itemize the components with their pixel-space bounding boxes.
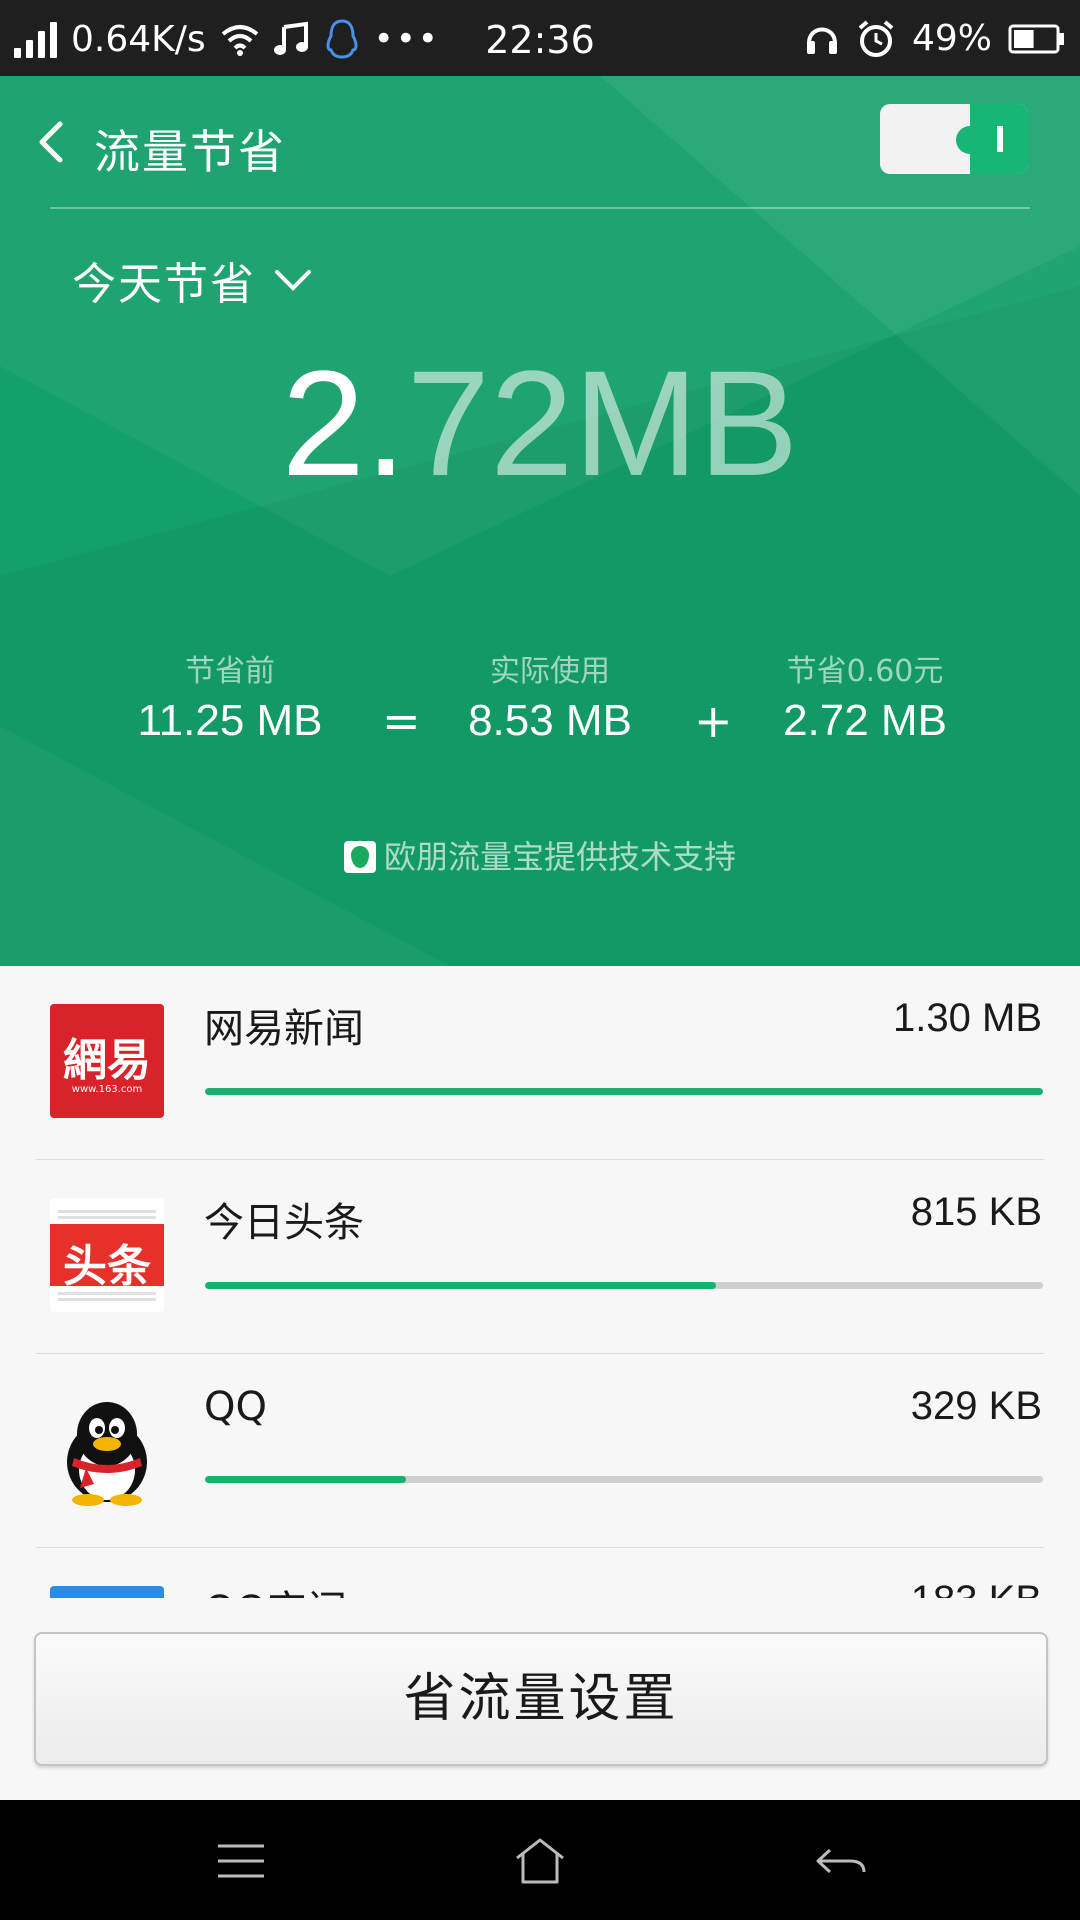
button-area: 省流量设置: [0, 1598, 1080, 1800]
equals-sign: =: [382, 694, 421, 748]
saved-total-integer: 2.: [281, 339, 407, 507]
list-item[interactable]: QQ 329 KB: [0, 1354, 1080, 1548]
powered-by: 欧朋流量宝提供技术支持: [0, 832, 1080, 878]
toutiao-icon: 头条: [50, 1198, 164, 1312]
navigation-bar: [0, 1800, 1080, 1920]
home-icon[interactable]: [513, 1836, 567, 1886]
savings-toggle[interactable]: [880, 104, 1028, 174]
powered-by-text: 欧朋流量宝提供技术支持: [383, 838, 736, 876]
app-name: 今日头条: [204, 1200, 364, 1246]
progress-fill: [205, 1088, 1043, 1095]
progress-track: [205, 1088, 1043, 1095]
progress-fill: [205, 1476, 407, 1483]
app-saved-size: 815 KB: [910, 1190, 1042, 1234]
progress-fill: [205, 1282, 717, 1289]
period-selector[interactable]: 今天节省: [72, 248, 312, 312]
app-saved-size: 1.30 MB: [893, 996, 1042, 1040]
saved-total: 2.72MB: [0, 338, 1080, 508]
chevron-down-icon: [275, 270, 311, 291]
data-saving-settings-button[interactable]: 省流量设置: [34, 1632, 1048, 1766]
savings-breakdown: 节省前 11.25 MB = 实际使用 8.53 MB + 节省0.60元 2.…: [0, 646, 1080, 766]
list-item[interactable]: QQ空间 183 KB: [0, 1548, 1080, 1598]
saved-label: 节省0.60元: [786, 654, 944, 689]
battery-icon: [1008, 24, 1064, 53]
qzone-icon: [50, 1586, 164, 1598]
opera-data-icon: [343, 841, 376, 873]
header-divider: [50, 207, 1030, 209]
back-icon[interactable]: [814, 1836, 868, 1886]
battery-percent: 49%: [911, 18, 992, 59]
saved-value: 2.72 MB: [783, 696, 947, 745]
list-item[interactable]: 头条 今日头条 815 KB: [0, 1160, 1080, 1354]
app-name: QQ: [204, 1384, 267, 1430]
before-value: 11.25 MB: [137, 696, 323, 745]
app-saved-size: 329 KB: [910, 1384, 1042, 1428]
before-stat: 节省前 11.25 MB: [100, 646, 360, 746]
progress-track: [205, 1282, 1043, 1289]
menu-icon[interactable]: [214, 1836, 268, 1886]
netease-news-icon: 網易 www.163.com: [50, 1004, 164, 1118]
app-savings-list[interactable]: 網易 www.163.com 网易新闻 1.30 MB 头条 今日头条 815 …: [0, 966, 1080, 1598]
progress-track: [205, 1476, 1043, 1483]
actual-label: 实际使用: [490, 654, 610, 689]
savings-header: 流量节省 今天节省 2.72MB 节省前 11.25 MB = 实际使用 8.5…: [0, 76, 1080, 966]
alarm-icon: [858, 19, 894, 57]
actual-stat: 实际使用 8.53 MB: [420, 646, 680, 746]
saved-total-decimal: 72MB: [406, 339, 799, 507]
app-name: 网易新闻: [204, 1006, 364, 1052]
headset-icon: [806, 27, 837, 54]
saved-stat: 节省0.60元 2.72 MB: [740, 646, 990, 746]
list-item[interactable]: 網易 www.163.com 网易新闻 1.30 MB: [0, 966, 1080, 1160]
app-saved-size: 183 KB: [911, 1578, 1042, 1598]
app-bar: 流量节省: [0, 76, 1080, 208]
period-label: 今天节省: [72, 259, 256, 310]
qq-penguin-icon: [67, 1402, 147, 1506]
page-title: 流量节省: [94, 125, 286, 179]
actual-value: 8.53 MB: [468, 696, 632, 745]
back-arrow-icon[interactable]: [30, 114, 74, 170]
status-bar: 0.64K/s ••• 22:36 49%: [0, 0, 1080, 76]
plus-sign: +: [694, 694, 733, 748]
app-name: QQ空间: [204, 1578, 347, 1598]
before-label: 节省前: [185, 654, 275, 689]
